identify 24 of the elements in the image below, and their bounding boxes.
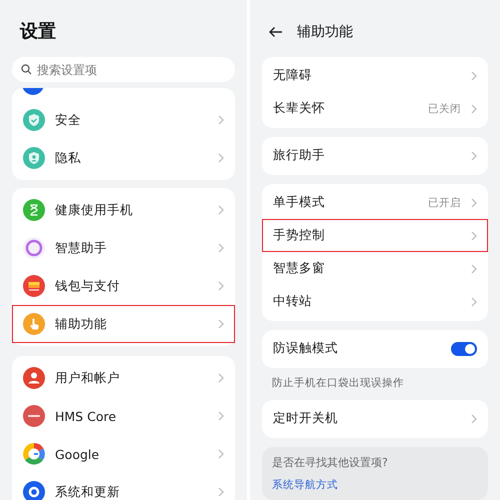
settings-item[interactable]: 钱包与支付 bbox=[12, 267, 235, 305]
settings-item[interactable]: 中转站 bbox=[262, 285, 488, 318]
status-text: 已开启 bbox=[428, 196, 461, 210]
settings-item[interactable]: HMS Core bbox=[12, 397, 235, 435]
caption-text: 防止手机在口袋出现误操作 bbox=[272, 376, 405, 390]
page-title: 辅助功能 bbox=[297, 23, 353, 41]
settings-item[interactable]: 健康使用手机 bbox=[12, 191, 235, 229]
settings-item[interactable]: 用户和帐户 bbox=[12, 359, 235, 397]
settings-item[interactable]: Google bbox=[12, 435, 235, 473]
settings-item[interactable]: 隐私 bbox=[12, 139, 235, 177]
navigation-link[interactable]: 系统导航方式 bbox=[272, 478, 478, 492]
settings-item[interactable]: 手势控制 bbox=[262, 219, 488, 252]
status-text: 已关闭 bbox=[428, 102, 461, 116]
settings-item[interactable]: 无障碍 bbox=[262, 59, 488, 92]
settings-item[interactable]: 智慧多窗 bbox=[262, 252, 488, 285]
settings-item[interactable]: 辅助功能 bbox=[12, 305, 235, 343]
suggestion-text: 是否在寻找其他设置项? bbox=[272, 455, 389, 470]
settings-item[interactable]: 长辈关怀 已关闭 bbox=[262, 92, 488, 125]
settings-item[interactable]: 安全 bbox=[12, 101, 235, 139]
page-title: 设置 bbox=[18, 20, 57, 43]
settings-item[interactable]: 系统和更新 bbox=[12, 473, 235, 500]
settings-item[interactable]: 单手模式 已开启 bbox=[262, 186, 488, 219]
search-field[interactable]: 搜索设置项 bbox=[12, 57, 235, 82]
settings-item[interactable]: 智慧助手 bbox=[12, 229, 235, 267]
